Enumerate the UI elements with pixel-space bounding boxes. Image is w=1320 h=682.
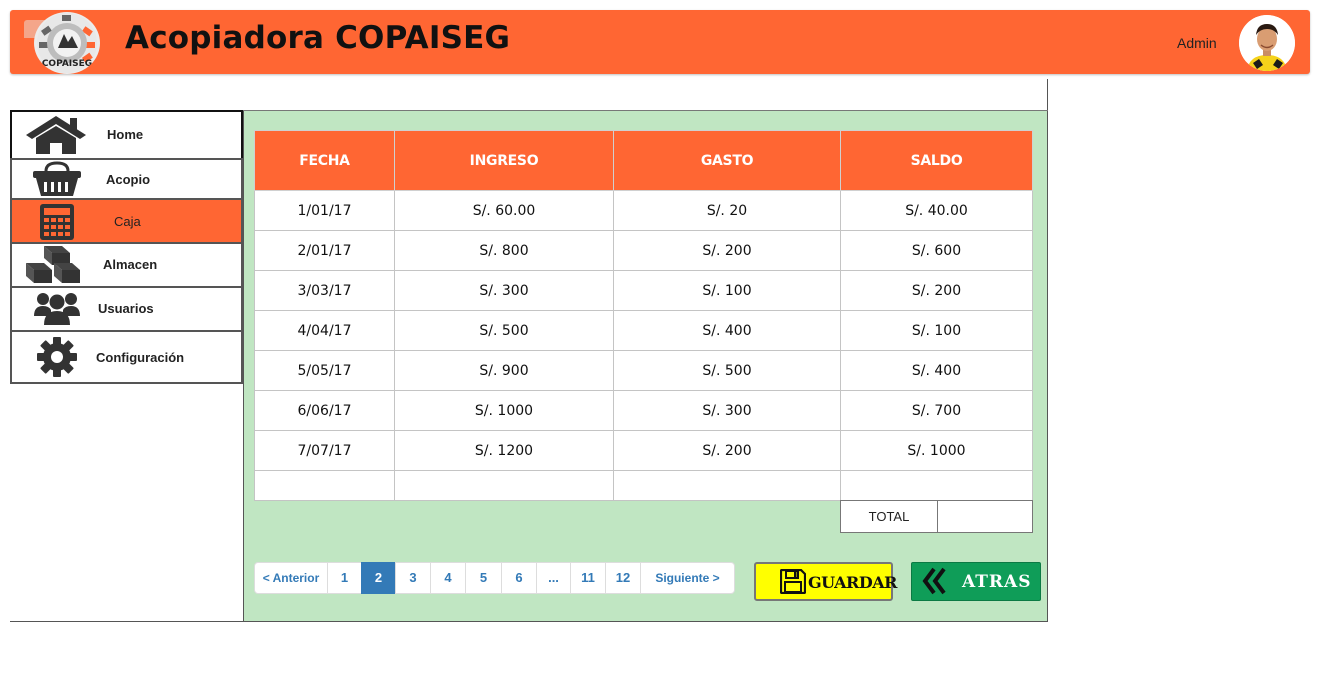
column-header-ingreso[interactable]: INGRESO [394, 130, 614, 191]
cell-gasto: S/. 200 [613, 430, 841, 471]
cell-saldo: S/. 1000 [840, 430, 1033, 471]
cell-saldo: S/. 600 [840, 230, 1033, 271]
sidebar-item-almacen[interactable]: Almacen [10, 242, 243, 288]
cell-gasto: S/. 400 [613, 310, 841, 351]
boxes-icon [26, 246, 80, 283]
table-row[interactable]: 6/06/17 S/. 1000 S/. 300 S/. 700 [254, 390, 1033, 431]
app-title: Acopiadora COPAISEG [125, 20, 511, 56]
calculator-icon [40, 204, 74, 240]
back-button-label: ATRAS [962, 572, 1032, 592]
cell-ingreso [394, 470, 614, 501]
double-chevron-left-icon [922, 567, 946, 595]
cell-gasto: S/. 300 [613, 390, 841, 431]
cell-ingreso: S/. 800 [394, 230, 614, 271]
cell-saldo: S/. 200 [840, 270, 1033, 311]
cell-saldo: S/. 700 [840, 390, 1033, 431]
pagination-page-1[interactable]: 1 [327, 562, 362, 594]
cell-ingreso: S/. 1200 [394, 430, 614, 471]
column-header-fecha[interactable]: FECHA [254, 130, 395, 191]
cell-fecha: 4/04/17 [254, 310, 395, 351]
pagination-page-2[interactable]: 2 [361, 562, 396, 594]
total-label: TOTAL [841, 501, 938, 532]
sidebar-item-caja[interactable]: Caja [10, 198, 243, 244]
table-row-empty[interactable] [254, 470, 1033, 501]
cell-gasto: S/. 20 [613, 190, 841, 231]
home-icon [26, 116, 86, 154]
cell-fecha: 2/01/17 [254, 230, 395, 271]
pagination-prev-button[interactable]: < Anterior [254, 562, 328, 594]
user-avatar[interactable] [1239, 15, 1295, 71]
pagination-page-3[interactable]: 3 [395, 562, 431, 594]
sidebar-item-usuarios[interactable]: Usuarios [10, 286, 243, 332]
total-row: TOTAL [840, 500, 1033, 533]
cell-saldo: S/. 100 [840, 310, 1033, 351]
floppy-disk-icon [780, 569, 806, 594]
cell-saldo: S/. 400 [840, 350, 1033, 391]
cell-ingreso: S/. 60.00 [394, 190, 614, 231]
table-row[interactable]: 3/03/17 S/. 300 S/. 100 S/. 200 [254, 270, 1033, 311]
cell-fecha: 3/03/17 [254, 270, 395, 311]
save-button-label: GUARDAR [808, 573, 897, 592]
cell-fecha: 6/06/17 [254, 390, 395, 431]
cell-fecha: 7/07/17 [254, 430, 395, 471]
pagination-page-4[interactable]: 4 [430, 562, 466, 594]
cell-fecha [254, 470, 395, 501]
table-row[interactable]: 4/04/17 S/. 500 S/. 400 S/. 100 [254, 310, 1033, 351]
total-value [938, 501, 1032, 532]
gear-icon [37, 337, 77, 377]
table-row[interactable]: 5/05/17 S/. 900 S/. 500 S/. 400 [254, 350, 1033, 391]
table-row[interactable]: 2/01/17 S/. 800 S/. 200 S/. 600 [254, 230, 1033, 271]
cell-ingreso: S/. 300 [394, 270, 614, 311]
cell-gasto [613, 470, 841, 501]
users-icon [34, 293, 80, 325]
cell-ingreso: S/. 500 [394, 310, 614, 351]
sidebar-item-label: Almacen [103, 257, 158, 272]
table-row[interactable]: 1/01/17 S/. 60.00 S/. 20 S/. 40.00 [254, 190, 1033, 231]
basket-icon [33, 161, 81, 196]
sidebar-item-label: Usuarios [98, 301, 154, 316]
pagination-page-12[interactable]: 12 [605, 562, 641, 594]
frame-divider [1047, 79, 1048, 622]
column-header-gasto[interactable]: GASTO [613, 130, 841, 191]
cell-ingreso: S/. 900 [394, 350, 614, 391]
cell-gasto: S/. 100 [613, 270, 841, 311]
pagination: < Anterior 1 2 3 4 5 6 ... 11 12 Siguien… [254, 562, 735, 594]
table-header-row: FECHA INGRESO GASTO SALDO [254, 130, 1033, 191]
table-row[interactable]: 7/07/17 S/. 1200 S/. 200 S/. 1000 [254, 430, 1033, 471]
cell-ingreso: S/. 1000 [394, 390, 614, 431]
cell-fecha: 5/05/17 [254, 350, 395, 391]
pagination-page-6[interactable]: 6 [501, 562, 537, 594]
cell-saldo [840, 470, 1033, 501]
sidebar-item-label: Acopio [106, 172, 151, 187]
sidebar-item-acopio[interactable]: Acopio [10, 158, 243, 200]
back-button[interactable]: ATRAS [911, 562, 1041, 601]
sidebar-item-label: Caja [114, 214, 141, 229]
cell-gasto: S/. 500 [613, 350, 841, 391]
cash-ledger-table: FECHA INGRESO GASTO SALDO 1/01/17 S/. 60… [254, 130, 1033, 501]
cell-saldo: S/. 40.00 [840, 190, 1033, 231]
frame-bottom-rule [10, 621, 1048, 622]
sidebar-item-home[interactable]: Home [10, 110, 243, 160]
pagination-page-11[interactable]: 11 [570, 562, 606, 594]
svg-text:COPAISEG: COPAISEG [42, 59, 92, 69]
save-button[interactable]: GUARDAR [754, 562, 897, 601]
sidebar-item-configuracion[interactable]: Configuración [10, 330, 243, 384]
app-header: COPAISEG Acopiadora COPAISEG Admin [10, 10, 1310, 74]
cell-fecha: 1/01/17 [254, 190, 395, 231]
column-header-saldo[interactable]: SALDO [840, 130, 1033, 191]
pagination-page-5[interactable]: 5 [465, 562, 502, 594]
user-name[interactable]: Admin [1177, 35, 1217, 51]
cell-gasto: S/. 200 [613, 230, 841, 271]
pagination-next-button[interactable]: Siguiente > [640, 562, 735, 594]
sidebar-item-label: Home [107, 127, 144, 142]
sidebar-item-label: Configuración [96, 350, 185, 365]
pagination-ellipsis: ... [536, 562, 571, 594]
app-logo: COPAISEG [34, 12, 100, 74]
